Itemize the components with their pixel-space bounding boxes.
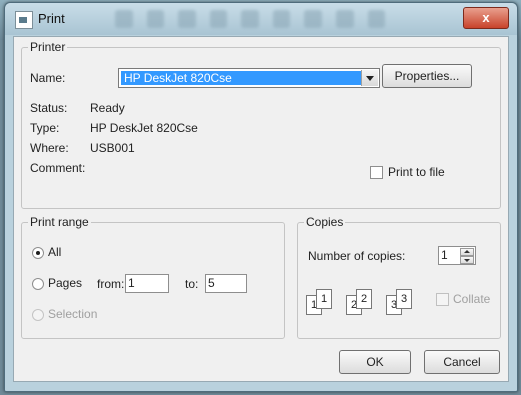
copies-spinner[interactable]: 1 — [438, 246, 476, 265]
where-label: Where: — [30, 141, 69, 155]
print-dialog: Print x Printer Name: HP DeskJet 820Cse … — [4, 2, 518, 392]
blurred-icon — [335, 10, 354, 28]
dialog-body: Printer Name: HP DeskJet 820Cse Properti… — [13, 36, 509, 382]
collate-pages-icon: 1 1 2 2 3 3 — [306, 287, 424, 317]
status-value: Ready — [90, 101, 125, 115]
printer-group-label: Printer — [28, 40, 68, 54]
background-toolbar-icons — [115, 10, 386, 28]
from-page-field[interactable]: 1 — [125, 274, 169, 293]
spin-up-icon[interactable] — [460, 248, 474, 256]
type-label: Type: — [30, 121, 60, 135]
copies-group: Copies Number of copies: 1 1 1 2 2 3 3 C… — [297, 215, 501, 339]
where-value: USB001 — [90, 141, 135, 155]
blurred-icon — [304, 10, 322, 28]
blurred-icon — [146, 10, 165, 28]
spin-down-icon[interactable] — [460, 256, 474, 264]
blurred-icon — [367, 10, 386, 28]
all-label: All — [48, 245, 62, 259]
close-button[interactable]: x — [463, 7, 509, 29]
page-1-front-icon: 1 — [316, 289, 332, 309]
print-to-file-label: Print to file — [388, 165, 445, 179]
printer-group: Printer Name: HP DeskJet 820Cse Properti… — [21, 40, 501, 209]
print-range-group: Print range All Pages from: 1 to: 5 Sele… — [21, 215, 285, 339]
blurred-icon — [209, 10, 228, 28]
to-page-field[interactable]: 5 — [205, 274, 247, 293]
number-of-copies-label: Number of copies: — [308, 249, 406, 263]
selection-label: Selection — [48, 307, 98, 321]
print-range-group-label: Print range — [28, 215, 91, 229]
title-bar[interactable]: Print x — [5, 3, 517, 35]
window-title: Print — [38, 11, 65, 26]
collate-label: Collate — [453, 292, 491, 306]
printer-app-icon — [15, 11, 33, 29]
copies-group-label: Copies — [304, 215, 346, 229]
blurred-icon — [115, 10, 133, 28]
pages-label: Pages — [48, 276, 83, 290]
page-3-front-icon: 3 — [396, 289, 412, 309]
blurred-icon — [272, 10, 291, 28]
cancel-button[interactable]: Cancel — [424, 350, 500, 374]
comment-label: Comment: — [30, 161, 86, 175]
properties-button[interactable]: Properties... — [382, 64, 472, 88]
type-value: HP DeskJet 820Cse — [90, 121, 198, 135]
to-label: to: — [185, 277, 199, 291]
printer-name-value: HP DeskJet 820Cse — [121, 71, 363, 85]
copies-value: 1 — [441, 248, 448, 262]
pages-radio[interactable] — [32, 278, 44, 290]
all-radio[interactable] — [32, 247, 44, 259]
collate-checkbox[interactable] — [436, 293, 449, 306]
selection-radio[interactable] — [32, 309, 44, 321]
status-label: Status: — [30, 101, 68, 115]
name-label: Name: — [30, 71, 66, 85]
page-2-front-icon: 2 — [356, 289, 372, 309]
blurred-icon — [241, 10, 259, 28]
print-to-file-checkbox[interactable] — [370, 166, 383, 179]
printer-name-select[interactable]: HP DeskJet 820Cse — [118, 68, 380, 88]
chevron-down-icon[interactable] — [361, 70, 378, 86]
ok-button[interactable]: OK — [339, 350, 411, 374]
blurred-icon — [178, 10, 196, 28]
from-label: from: — [97, 277, 125, 291]
